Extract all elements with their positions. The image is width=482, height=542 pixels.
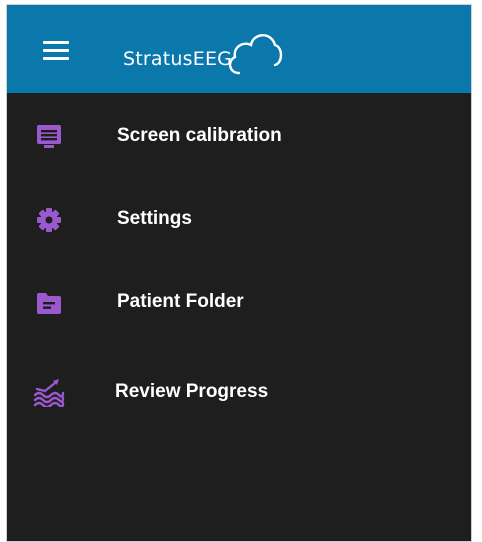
brand-logo: StratusEEG <box>123 21 303 81</box>
hamburger-menu-icon[interactable] <box>43 41 69 61</box>
monitor-icon <box>37 125 61 148</box>
review-waves-icon <box>33 379 65 407</box>
top-bar: StratusEEG <box>7 5 471 93</box>
menu-item-review-progress[interactable]: Review Progress <box>7 361 471 421</box>
cloud-icon <box>228 34 283 75</box>
menu-item-settings[interactable]: Settings <box>7 188 471 248</box>
menu-item-label: Patient Folder <box>117 291 244 312</box>
menu-item-label: Settings <box>117 208 192 229</box>
menu-item-label: Screen calibration <box>117 125 282 146</box>
menu-item-screen-calibration[interactable]: Screen calibration <box>7 105 471 165</box>
brand-name: StratusEEG <box>123 48 233 70</box>
app-window: StratusEEG Screen calibration Settings P… <box>6 4 472 542</box>
gear-icon <box>37 208 61 232</box>
menu-item-label: Review Progress <box>115 381 269 402</box>
folder-icon <box>37 293 61 314</box>
menu-item-patient-folder[interactable]: Patient Folder <box>7 271 471 331</box>
